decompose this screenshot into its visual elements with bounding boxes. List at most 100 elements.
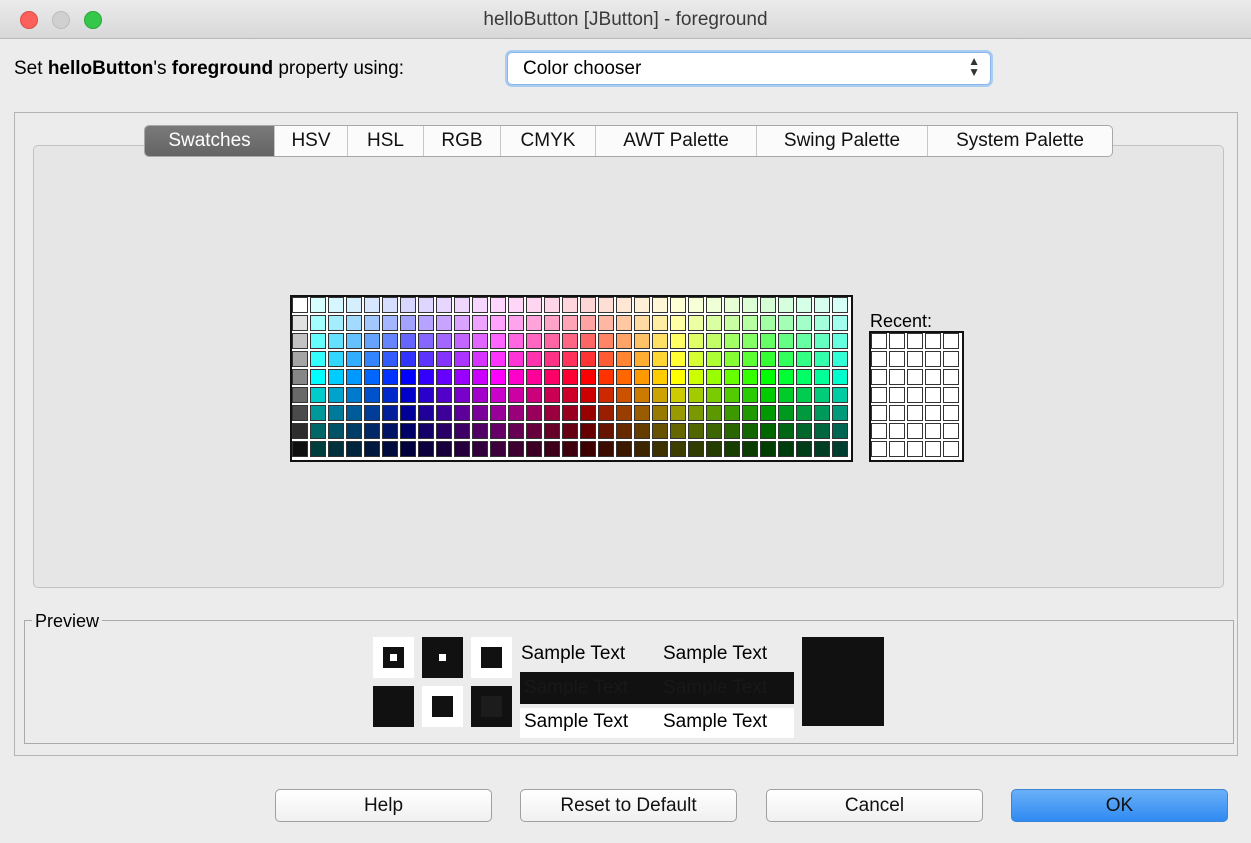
color-swatch[interactable] — [580, 351, 596, 367]
color-swatch[interactable] — [418, 369, 434, 385]
color-swatch[interactable] — [436, 441, 452, 457]
color-swatch[interactable] — [652, 405, 668, 421]
recent-swatch[interactable] — [889, 333, 905, 349]
color-swatch[interactable] — [760, 423, 776, 439]
color-swatch[interactable] — [328, 333, 344, 349]
color-swatch[interactable] — [454, 315, 470, 331]
color-swatch[interactable] — [490, 387, 506, 403]
color-swatch[interactable] — [616, 369, 632, 385]
color-swatch[interactable] — [526, 351, 542, 367]
color-swatch[interactable] — [832, 297, 848, 313]
color-swatch[interactable] — [382, 297, 398, 313]
color-swatch[interactable] — [616, 315, 632, 331]
color-swatch[interactable] — [670, 441, 686, 457]
color-swatch[interactable] — [436, 315, 452, 331]
color-swatch[interactable] — [418, 441, 434, 457]
recent-swatch[interactable] — [943, 387, 959, 403]
color-swatch[interactable] — [436, 351, 452, 367]
recent-swatch[interactable] — [925, 423, 941, 439]
color-swatch[interactable] — [706, 387, 722, 403]
recent-swatch[interactable] — [871, 369, 887, 385]
color-swatch[interactable] — [382, 369, 398, 385]
color-swatch[interactable] — [580, 441, 596, 457]
recent-swatch[interactable] — [871, 387, 887, 403]
color-swatch[interactable] — [562, 369, 578, 385]
color-swatch[interactable] — [364, 369, 380, 385]
color-swatch[interactable] — [742, 315, 758, 331]
color-swatch[interactable] — [724, 405, 740, 421]
color-swatch[interactable] — [796, 297, 812, 313]
color-swatch[interactable] — [832, 387, 848, 403]
color-swatch[interactable] — [508, 423, 524, 439]
color-swatch[interactable] — [634, 351, 650, 367]
color-swatch[interactable] — [364, 351, 380, 367]
color-swatch[interactable] — [454, 333, 470, 349]
color-swatch[interactable] — [544, 297, 560, 313]
color-swatch[interactable] — [778, 405, 794, 421]
color-swatch[interactable] — [706, 423, 722, 439]
color-swatch[interactable] — [508, 315, 524, 331]
color-swatch[interactable] — [490, 369, 506, 385]
color-swatch[interactable] — [526, 297, 542, 313]
color-swatch[interactable] — [634, 297, 650, 313]
recent-swatch[interactable] — [907, 441, 923, 457]
recent-swatch[interactable] — [907, 405, 923, 421]
color-swatch[interactable] — [382, 423, 398, 439]
color-swatch[interactable] — [796, 315, 812, 331]
color-swatch[interactable] — [472, 441, 488, 457]
color-swatch[interactable] — [418, 351, 434, 367]
recent-swatch[interactable] — [907, 387, 923, 403]
color-swatch[interactable] — [292, 405, 308, 421]
color-swatch[interactable] — [580, 423, 596, 439]
color-swatch[interactable] — [706, 369, 722, 385]
color-swatch[interactable] — [490, 405, 506, 421]
color-swatch[interactable] — [544, 423, 560, 439]
color-swatch[interactable] — [436, 423, 452, 439]
recent-swatch[interactable] — [871, 441, 887, 457]
color-swatch[interactable] — [382, 441, 398, 457]
recent-swatch[interactable] — [889, 441, 905, 457]
color-swatch[interactable] — [508, 387, 524, 403]
color-swatch[interactable] — [562, 423, 578, 439]
tab-system-palette[interactable]: System Palette — [927, 126, 1112, 156]
color-swatch[interactable] — [292, 441, 308, 457]
color-swatch[interactable] — [796, 441, 812, 457]
color-swatch[interactable] — [436, 387, 452, 403]
color-swatch[interactable] — [688, 441, 704, 457]
color-swatch[interactable] — [544, 351, 560, 367]
recent-swatch[interactable] — [943, 351, 959, 367]
color-swatch[interactable] — [328, 315, 344, 331]
color-swatch[interactable] — [634, 315, 650, 331]
color-swatch[interactable] — [346, 423, 362, 439]
ok-button[interactable]: OK — [1011, 789, 1228, 822]
color-swatch[interactable] — [742, 297, 758, 313]
color-swatch[interactable] — [310, 351, 326, 367]
color-swatch[interactable] — [832, 369, 848, 385]
color-swatch[interactable] — [382, 387, 398, 403]
color-swatch[interactable] — [526, 387, 542, 403]
color-swatch[interactable] — [418, 297, 434, 313]
color-swatch[interactable] — [724, 441, 740, 457]
recent-swatch[interactable] — [889, 423, 905, 439]
color-swatch[interactable] — [796, 369, 812, 385]
color-swatch[interactable] — [652, 369, 668, 385]
reset-to-default-button[interactable]: Reset to Default — [520, 789, 737, 822]
color-swatch[interactable] — [454, 423, 470, 439]
color-swatch[interactable] — [436, 405, 452, 421]
color-swatch[interactable] — [472, 423, 488, 439]
color-swatch[interactable] — [688, 387, 704, 403]
color-swatch[interactable] — [634, 405, 650, 421]
color-swatch[interactable] — [778, 369, 794, 385]
color-swatch[interactable] — [652, 351, 668, 367]
color-swatch[interactable] — [706, 405, 722, 421]
color-swatch[interactable] — [400, 405, 416, 421]
recent-swatch[interactable] — [907, 369, 923, 385]
recent-swatch[interactable] — [943, 405, 959, 421]
tab-swing-palette[interactable]: Swing Palette — [756, 126, 927, 156]
color-swatch[interactable] — [508, 351, 524, 367]
tab-rgb[interactable]: RGB — [423, 126, 500, 156]
color-swatch[interactable] — [562, 441, 578, 457]
color-swatch[interactable] — [814, 297, 830, 313]
color-swatch[interactable] — [724, 315, 740, 331]
color-swatch[interactable] — [292, 315, 308, 331]
